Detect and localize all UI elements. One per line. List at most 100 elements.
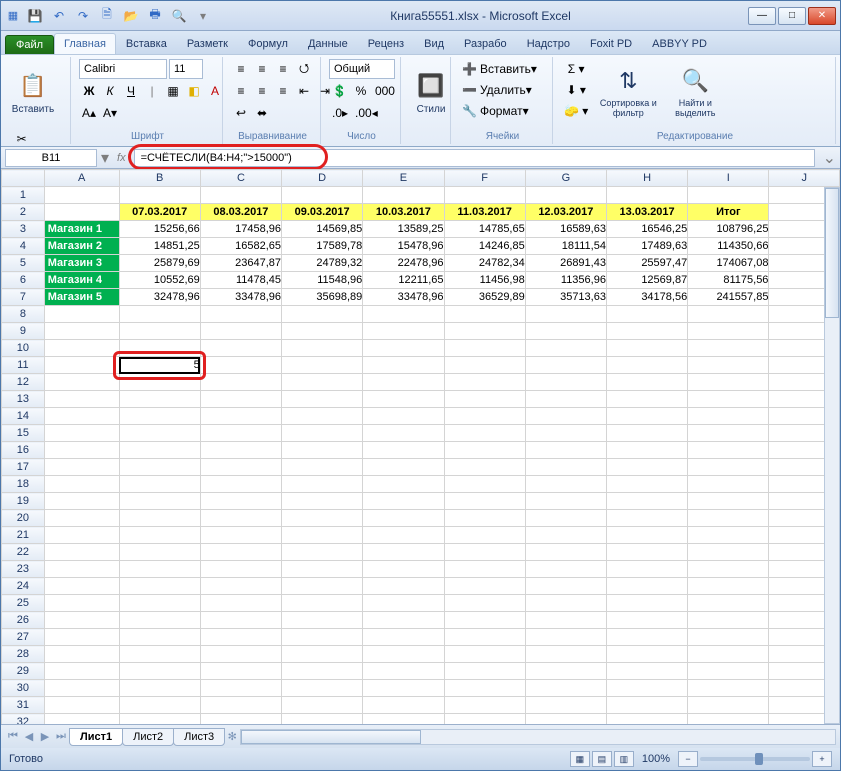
cell-D27[interactable] (282, 629, 363, 646)
cell-G2[interactable]: 12.03.2017 (525, 204, 606, 221)
cell-F13[interactable] (444, 391, 525, 408)
insert-cells-button[interactable]: ➕ Вставить ▾ (459, 59, 549, 79)
cell-I14[interactable] (688, 408, 769, 425)
vertical-scrollbar[interactable] (824, 187, 840, 724)
redo-icon[interactable]: ↷ (73, 6, 93, 26)
ribbon-tab-главная[interactable]: Главная (54, 33, 116, 54)
cell-E10[interactable] (363, 340, 444, 357)
cell-A24[interactable] (44, 578, 119, 595)
cell-D19[interactable] (282, 493, 363, 510)
cell-C13[interactable] (200, 391, 281, 408)
cell-G13[interactable] (525, 391, 606, 408)
cell-D11[interactable] (282, 357, 363, 374)
cell-E7[interactable]: 33478,96 (363, 289, 444, 306)
italic-button[interactable]: К (100, 81, 120, 101)
cell-D21[interactable] (282, 527, 363, 544)
cell-I1[interactable] (688, 187, 769, 204)
cell-E28[interactable] (363, 646, 444, 663)
row-header-13[interactable]: 13 (2, 391, 45, 408)
row-header-21[interactable]: 21 (2, 527, 45, 544)
cell-F28[interactable] (444, 646, 525, 663)
cell-D14[interactable] (282, 408, 363, 425)
cell-I29[interactable] (688, 663, 769, 680)
cell-A26[interactable] (44, 612, 119, 629)
cell-C10[interactable] (200, 340, 281, 357)
fill-color-button[interactable]: ◧ (184, 81, 204, 101)
cell-E13[interactable] (363, 391, 444, 408)
cell-D12[interactable] (282, 374, 363, 391)
cell-B19[interactable] (119, 493, 200, 510)
cell-C30[interactable] (200, 680, 281, 697)
cell-C9[interactable] (200, 323, 281, 340)
row-header-14[interactable]: 14 (2, 408, 45, 425)
align-top-icon[interactable]: ≡ (231, 59, 251, 79)
select-all-corner[interactable] (2, 170, 45, 187)
col-header-J[interactable]: J (769, 170, 840, 187)
maximize-button[interactable]: □ (778, 7, 806, 25)
sheet-tab-лист3[interactable]: Лист3 (173, 728, 225, 746)
cell-G21[interactable] (525, 527, 606, 544)
cell-I3[interactable]: 108796,25 (688, 221, 769, 238)
cell-E27[interactable] (363, 629, 444, 646)
new-sheet-icon[interactable]: ✻ (224, 730, 240, 743)
ribbon-tab-надстро[interactable]: Надстро (517, 33, 580, 54)
ribbon-tab-вид[interactable]: Вид (414, 33, 454, 54)
cell-G25[interactable] (525, 595, 606, 612)
row-header-8[interactable]: 8 (2, 306, 45, 323)
cell-B6[interactable]: 10552,69 (119, 272, 200, 289)
autosum-icon[interactable]: Σ ▾ (561, 59, 591, 79)
cell-B7[interactable]: 32478,96 (119, 289, 200, 306)
currency-icon[interactable]: 💲 (329, 81, 350, 101)
cell-F32[interactable] (444, 714, 525, 725)
row-header-25[interactable]: 25 (2, 595, 45, 612)
font-size-combo[interactable]: 11 (169, 59, 203, 79)
dec-decimal-icon[interactable]: .00◂ (352, 103, 381, 123)
cell-G20[interactable] (525, 510, 606, 527)
cell-D23[interactable] (282, 561, 363, 578)
cell-H24[interactable] (606, 578, 687, 595)
cut-icon[interactable]: ✂ (11, 129, 32, 149)
cell-E2[interactable]: 10.03.2017 (363, 204, 444, 221)
row-header-9[interactable]: 9 (2, 323, 45, 340)
cell-F4[interactable]: 14246,85 (444, 238, 525, 255)
cell-F12[interactable] (444, 374, 525, 391)
cell-H2[interactable]: 13.03.2017 (606, 204, 687, 221)
cell-E16[interactable] (363, 442, 444, 459)
ribbon-tab-abbyy pd[interactable]: ABBYY PD (642, 33, 717, 54)
cell-G22[interactable] (525, 544, 606, 561)
cell-C1[interactable] (200, 187, 281, 204)
cell-B26[interactable] (119, 612, 200, 629)
cell-C8[interactable] (200, 306, 281, 323)
cell-C23[interactable] (200, 561, 281, 578)
cell-F18[interactable] (444, 476, 525, 493)
cell-G28[interactable] (525, 646, 606, 663)
formula-expand-icon[interactable]: ⌄ (823, 148, 836, 168)
cell-B29[interactable] (119, 663, 200, 680)
row-header-30[interactable]: 30 (2, 680, 45, 697)
cell-B25[interactable] (119, 595, 200, 612)
cell-A9[interactable] (44, 323, 119, 340)
cell-I21[interactable] (688, 527, 769, 544)
cell-D13[interactable] (282, 391, 363, 408)
cell-B4[interactable]: 14851,25 (119, 238, 200, 255)
cell-F15[interactable] (444, 425, 525, 442)
cell-E30[interactable] (363, 680, 444, 697)
horizontal-scrollbar[interactable] (240, 729, 836, 745)
qat-print-icon[interactable]: 🖶 (145, 6, 165, 26)
cell-F24[interactable] (444, 578, 525, 595)
cell-F6[interactable]: 11456,98 (444, 272, 525, 289)
cell-E12[interactable] (363, 374, 444, 391)
cell-C27[interactable] (200, 629, 281, 646)
view-normal-icon[interactable]: ▦ (570, 751, 590, 767)
cell-A29[interactable] (44, 663, 119, 680)
row-header-28[interactable]: 28 (2, 646, 45, 663)
v-scroll-thumb[interactable] (825, 188, 839, 318)
grow-font-icon[interactable]: A▴ (79, 103, 99, 123)
cell-B27[interactable] (119, 629, 200, 646)
cell-F25[interactable] (444, 595, 525, 612)
align-right-icon[interactable]: ≡ (273, 81, 293, 101)
cell-B11[interactable]: 5 (119, 357, 200, 374)
sort-filter-button[interactable]: ⇅ Сортировка и фильтр (595, 59, 661, 125)
formula-bar[interactable] (134, 149, 815, 167)
font-color-button[interactable]: A (205, 81, 225, 101)
